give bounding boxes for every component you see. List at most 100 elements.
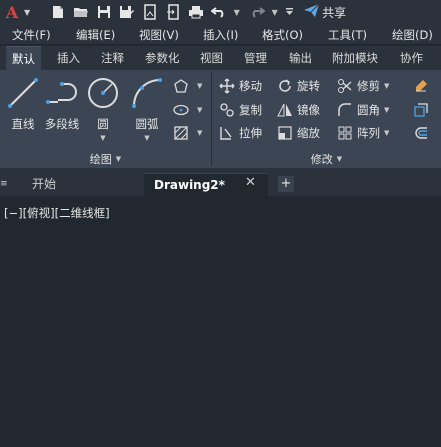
move-icon bbox=[218, 77, 236, 95]
trim-dropdown-icon[interactable]: ▼ bbox=[384, 82, 389, 90]
erase-tool[interactable] bbox=[412, 76, 433, 96]
array-tool[interactable]: 阵列 ▼ bbox=[336, 123, 389, 143]
tab-start[interactable]: 开始 bbox=[32, 173, 56, 196]
explode-tool[interactable] bbox=[412, 100, 433, 120]
scale-tool[interactable]: 缩放 bbox=[276, 123, 320, 143]
stretch-tool[interactable]: 拉伸 bbox=[218, 123, 262, 143]
hatch-icon bbox=[172, 124, 190, 142]
share-label: 共享 bbox=[322, 5, 347, 20]
draw-panel-expand-icon[interactable]: ▼ bbox=[116, 155, 121, 163]
circle-icon bbox=[88, 78, 118, 108]
array-icon bbox=[336, 124, 354, 142]
trim-tool[interactable]: 修剪 ▼ bbox=[336, 76, 389, 96]
draw-panel-title: 绘图 bbox=[89, 153, 112, 166]
modify-panel-expand-icon[interactable]: ▼ bbox=[337, 155, 342, 163]
menu-view[interactable]: 视图(V) bbox=[139, 27, 179, 43]
hatch-dropdown-icon[interactable]: ▼ bbox=[197, 129, 202, 137]
tab-collaborate[interactable]: 协作 bbox=[400, 46, 423, 70]
polyline-label: 多段线 bbox=[44, 117, 80, 131]
array-label: 阵列 bbox=[357, 126, 380, 140]
line-label: 直线 bbox=[11, 117, 35, 131]
app-logo[interactable]: A bbox=[2, 3, 22, 22]
file-tabs-menu-icon[interactable]: ≡ bbox=[0, 173, 10, 196]
fillet-icon bbox=[336, 101, 354, 119]
rotate-tool[interactable]: 旋转 bbox=[276, 76, 320, 96]
polyline-tool[interactable]: 多段线 bbox=[44, 76, 80, 132]
app-menu-caret-icon[interactable]: ▼ bbox=[24, 8, 30, 17]
drawing-tab-label: Drawing2* bbox=[154, 178, 225, 192]
hatch-tool[interactable]: ▼ bbox=[172, 123, 202, 143]
redo-icon[interactable] bbox=[247, 3, 267, 21]
ellipse-icon bbox=[172, 101, 190, 119]
line-icon bbox=[8, 78, 38, 108]
export-icon[interactable] bbox=[163, 3, 183, 21]
mirror-tool[interactable]: 镜像 bbox=[276, 100, 320, 120]
arc-icon bbox=[132, 78, 162, 108]
menu-format[interactable]: 格式(O) bbox=[262, 27, 303, 43]
draw-panel-footer[interactable]: 绘图 ▼ bbox=[0, 150, 211, 168]
close-tab-icon[interactable]: ✕ bbox=[245, 175, 256, 190]
open-folder-icon[interactable] bbox=[71, 3, 91, 21]
tab-addins[interactable]: 附加模块 bbox=[332, 46, 378, 70]
drawing-canvas[interactable]: [−][俯视][二维线框] bbox=[0, 196, 441, 447]
save-icon[interactable] bbox=[94, 3, 114, 21]
menu-draw[interactable]: 绘图(D) bbox=[392, 27, 433, 43]
array-dropdown-icon[interactable]: ▼ bbox=[384, 129, 389, 137]
redo-dropdown-icon[interactable]: ▼ bbox=[270, 3, 279, 21]
rotate-label: 旋转 bbox=[297, 79, 320, 93]
polygon-dropdown-icon[interactable]: ▼ bbox=[197, 82, 202, 90]
tab-home[interactable]: 默认 bbox=[6, 46, 41, 70]
eraser-icon bbox=[412, 77, 430, 95]
explode-icon bbox=[412, 101, 430, 119]
scissors-icon bbox=[336, 77, 354, 95]
circle-dropdown-icon[interactable]: ▼ bbox=[100, 134, 105, 142]
undo-dropdown-icon[interactable]: ▼ bbox=[232, 3, 241, 21]
menu-file[interactable]: 文件(F) bbox=[12, 27, 51, 43]
move-tool[interactable]: 移动 bbox=[218, 76, 262, 96]
arc-tool[interactable]: 圆弧 ▼ bbox=[130, 76, 164, 142]
modify-panel-footer[interactable]: 修改 ▼ bbox=[212, 150, 441, 168]
share-button[interactable]: 共享 bbox=[304, 3, 347, 21]
tab-insert[interactable]: 插入 bbox=[57, 46, 80, 70]
save-as-icon[interactable] bbox=[117, 3, 137, 21]
polygon-tool[interactable]: ▼ bbox=[172, 76, 202, 96]
copy-tool[interactable]: 复制 bbox=[218, 100, 262, 120]
fillet-tool[interactable]: 圆角 ▼ bbox=[336, 100, 389, 120]
arc-dropdown-icon[interactable]: ▼ bbox=[144, 134, 149, 142]
rotate-icon bbox=[276, 77, 294, 95]
menu-edit[interactable]: 编辑(E) bbox=[76, 27, 115, 43]
mirror-icon bbox=[276, 101, 294, 119]
new-file-icon[interactable] bbox=[48, 3, 68, 21]
polyline-icon bbox=[46, 82, 77, 104]
ribbon-tab-bar: 默认 插入 注释 参数化 视图 管理 输出 附加模块 协作 bbox=[0, 46, 441, 70]
menu-insert[interactable]: 插入(I) bbox=[203, 27, 238, 43]
undo-icon[interactable] bbox=[209, 3, 229, 21]
copy-icon bbox=[218, 101, 236, 119]
viewport-controls[interactable]: [−][俯视][二维线框] bbox=[4, 205, 110, 221]
tab-annotate[interactable]: 注释 bbox=[101, 46, 124, 70]
tab-manage[interactable]: 管理 bbox=[244, 46, 267, 70]
fillet-dropdown-icon[interactable]: ▼ bbox=[384, 106, 389, 114]
stretch-icon bbox=[218, 124, 236, 142]
move-label: 移动 bbox=[239, 79, 262, 93]
fillet-label: 圆角 bbox=[357, 103, 380, 117]
customize-toolbar-icon[interactable] bbox=[285, 3, 294, 21]
tab-output[interactable]: 输出 bbox=[289, 46, 312, 70]
menu-tools[interactable]: 工具(T) bbox=[328, 27, 367, 43]
offset-tool[interactable] bbox=[412, 123, 433, 143]
plot-preview-icon[interactable] bbox=[140, 3, 160, 21]
ellipse-dropdown-icon[interactable]: ▼ bbox=[197, 106, 202, 114]
quick-access-toolbar: A ▼ ▼ ▼ 共享 bbox=[0, 0, 441, 24]
tab-parametric[interactable]: 参数化 bbox=[145, 46, 180, 70]
menu-bar: 文件(F) 编辑(E) 视图(V) 插入(I) 格式(O) 工具(T) 绘图(D… bbox=[0, 24, 441, 44]
tab-view[interactable]: 视图 bbox=[200, 46, 223, 70]
circle-label: 圆 bbox=[97, 117, 109, 131]
print-icon[interactable] bbox=[186, 3, 206, 21]
send-icon bbox=[304, 3, 320, 21]
ellipse-tool[interactable]: ▼ bbox=[172, 100, 202, 120]
scale-label: 缩放 bbox=[297, 126, 320, 140]
offset-icon bbox=[412, 124, 430, 142]
circle-tool[interactable]: 圆 ▼ bbox=[86, 76, 120, 142]
line-tool[interactable]: 直线 bbox=[6, 76, 40, 132]
new-tab-button[interactable]: + bbox=[278, 176, 294, 192]
